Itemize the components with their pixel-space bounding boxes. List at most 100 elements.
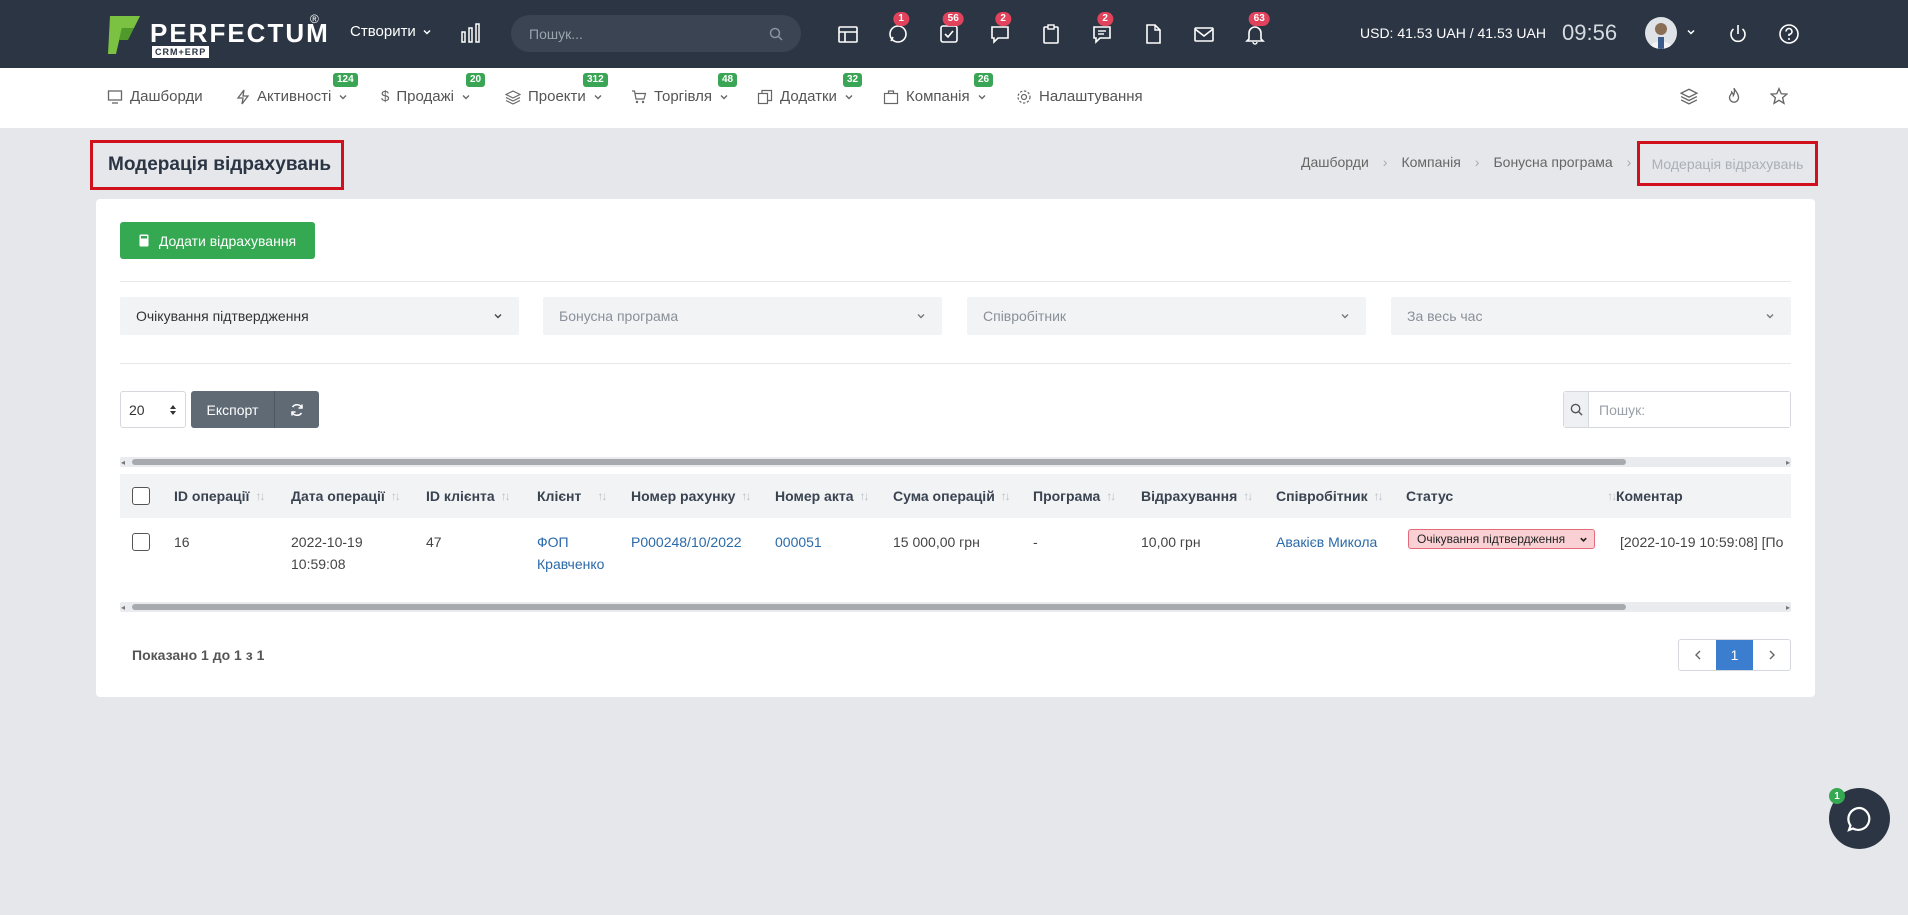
cashbox-icon[interactable] xyxy=(834,20,862,48)
messages-badge: 2 xyxy=(995,12,1011,26)
pagination-next-button[interactable] xyxy=(1753,640,1790,670)
row-checkbox[interactable] xyxy=(132,533,150,551)
fire-icon[interactable] xyxy=(1725,87,1743,108)
breadcrumb-item[interactable]: Бонусна програма xyxy=(1493,154,1612,170)
nav-item-projects[interactable]: Проекти 312 xyxy=(505,73,608,105)
sort-icon: ↑↓ xyxy=(597,489,607,503)
messages-icon[interactable]: 2 xyxy=(986,12,1014,48)
sort-icon: ↑↓ xyxy=(500,489,511,503)
star-icon[interactable] xyxy=(1769,87,1789,108)
column-header[interactable]: Сума операцій ↑↓ xyxy=(893,488,1011,504)
chevron-down-icon xyxy=(462,94,470,99)
breadcrumb-item[interactable]: Дашборди xyxy=(1301,154,1369,170)
power-icon[interactable] xyxy=(1724,20,1752,48)
chevron-down-icon xyxy=(978,94,986,99)
page-title: Модерація відрахувань xyxy=(108,154,332,175)
nav-label: Торгівля xyxy=(654,88,712,105)
logo-mark-icon xyxy=(108,16,140,54)
column-header[interactable]: Відрахування ↑↓ xyxy=(1141,488,1253,504)
main-nav: Дашборди Активності 124 $ Продажі 20 Про… xyxy=(0,68,1908,128)
column-header[interactable]: Співробітник ↑↓ xyxy=(1276,488,1384,504)
nav-item-sales[interactable]: $ Продажі 20 xyxy=(381,73,486,105)
cell-invoice-link[interactable]: P000248/10/2022 xyxy=(631,531,742,553)
nav-item-trade[interactable]: Торгівля 48 xyxy=(631,73,738,105)
breadcrumb-current: Модерація відрахувань xyxy=(1637,141,1818,186)
currency-rate: USD: 41.53 UAH / 41.53 UAH xyxy=(1360,25,1546,41)
cell-operation-id: 16 xyxy=(174,534,190,550)
avatar[interactable] xyxy=(1645,17,1677,49)
tasks-icon[interactable]: 56 xyxy=(935,12,964,48)
nav-label: Дашборди xyxy=(130,88,203,105)
sort-icon: ↑↓ xyxy=(859,489,870,503)
program-filter-placeholder: Бонусна програма xyxy=(559,308,679,324)
cell-act-link[interactable]: 000051 xyxy=(775,531,822,553)
pagination-prev-button[interactable] xyxy=(1679,640,1716,670)
cell-employee-link[interactable]: Авакієв Микола xyxy=(1276,531,1377,553)
column-header[interactable]: Клієнт ↑↓ xyxy=(537,488,607,504)
clipboard-icon[interactable] xyxy=(1037,20,1065,48)
column-header[interactable]: Дата операції ↑↓ xyxy=(291,488,401,504)
layers-icon[interactable] xyxy=(1679,87,1699,108)
create-dropdown[interactable]: Створити xyxy=(350,23,432,40)
export-button[interactable]: Експорт xyxy=(191,391,275,428)
dollar-icon: $ xyxy=(381,88,390,105)
global-search-input[interactable] xyxy=(529,25,769,42)
scroll-left-icon[interactable]: ◂ xyxy=(121,603,125,612)
nav-item-company[interactable]: Компанія 26 xyxy=(883,73,994,105)
status-select[interactable]: Очікування підтвердження xyxy=(1408,529,1595,549)
column-header[interactable]: Статус ↑↓ xyxy=(1406,488,1617,504)
breadcrumb-item[interactable]: Компанія xyxy=(1401,154,1460,170)
horizontal-scrollbar-bottom[interactable]: ◂ ▸ xyxy=(120,602,1791,612)
pagination-page-1[interactable]: 1 xyxy=(1716,640,1753,670)
chat-icon[interactable]: 1 xyxy=(884,12,912,48)
cell-sum: 15 000,00 грн xyxy=(893,534,980,550)
document-icon[interactable] xyxy=(1139,20,1167,48)
bell-icon[interactable]: 63 xyxy=(1241,12,1270,48)
nav-item-addons[interactable]: Додатки 32 xyxy=(757,73,863,105)
column-header[interactable]: ID клієнта ↑↓ xyxy=(426,488,511,504)
cell-client-link[interactable]: ФОП Кравченко xyxy=(537,531,604,575)
chevron-down-icon[interactable] xyxy=(1686,24,1696,40)
employee-filter[interactable]: Співробітник xyxy=(967,297,1366,335)
scroll-right-icon[interactable]: ▸ xyxy=(1786,603,1790,612)
nav-badge: 124 xyxy=(333,73,358,87)
program-filter[interactable]: Бонусна програма xyxy=(543,297,942,335)
nav-item-activities[interactable]: Активності 124 xyxy=(236,73,358,105)
bar-chart-icon[interactable] xyxy=(460,22,482,47)
horizontal-scrollbar-top[interactable]: ◂ ▸ xyxy=(120,457,1791,467)
column-header[interactable]: Програма ↑↓ xyxy=(1033,488,1116,504)
column-header[interactable]: Номер рахунку ↑↓ xyxy=(631,488,751,504)
status-filter[interactable]: Очікування підтвердження xyxy=(120,297,519,335)
add-deduction-button[interactable]: Додати відрахування xyxy=(120,222,315,259)
sort-icon: ↑↓ xyxy=(390,489,401,503)
refresh-button[interactable] xyxy=(275,391,319,428)
chevron-down-icon xyxy=(720,94,728,99)
logo-subtitle: CRM+ERP xyxy=(152,46,210,58)
period-filter[interactable]: За весь час xyxy=(1391,297,1791,335)
scrollbar-thumb[interactable] xyxy=(132,604,1626,610)
support-chat-badge: 1 xyxy=(1829,788,1845,804)
nav-item-settings[interactable]: Налаштування xyxy=(1016,88,1143,105)
scroll-left-icon[interactable]: ◂ xyxy=(121,458,125,467)
scrollbar-thumb[interactable] xyxy=(132,459,1626,465)
scroll-right-icon[interactable]: ▸ xyxy=(1786,458,1790,467)
page-size-value: 20 xyxy=(129,401,145,418)
select-all-checkbox[interactable] xyxy=(132,487,150,505)
page-size-select[interactable]: 20 xyxy=(120,391,186,428)
column-header[interactable]: Коментар xyxy=(1616,488,1683,504)
layers-icon xyxy=(505,89,521,105)
logo[interactable]: PERFECTUM ® CRM+ERP xyxy=(108,12,328,58)
column-header[interactable]: ID операції ↑↓ xyxy=(174,488,265,504)
cell-program: - xyxy=(1033,534,1038,550)
comments-icon[interactable]: 2 xyxy=(1088,12,1116,48)
table-search-input[interactable] xyxy=(1589,392,1790,427)
table-search xyxy=(1563,391,1791,428)
mail-icon[interactable] xyxy=(1190,20,1218,48)
nav-item-dashboards[interactable]: Дашборди xyxy=(107,88,203,105)
nav-badge: 20 xyxy=(466,73,486,87)
nav-label: Активності xyxy=(257,88,332,105)
global-search[interactable] xyxy=(511,15,801,52)
help-icon[interactable] xyxy=(1775,20,1803,48)
column-header[interactable]: Номер акта ↑↓ xyxy=(775,488,870,504)
divider xyxy=(120,363,1791,364)
